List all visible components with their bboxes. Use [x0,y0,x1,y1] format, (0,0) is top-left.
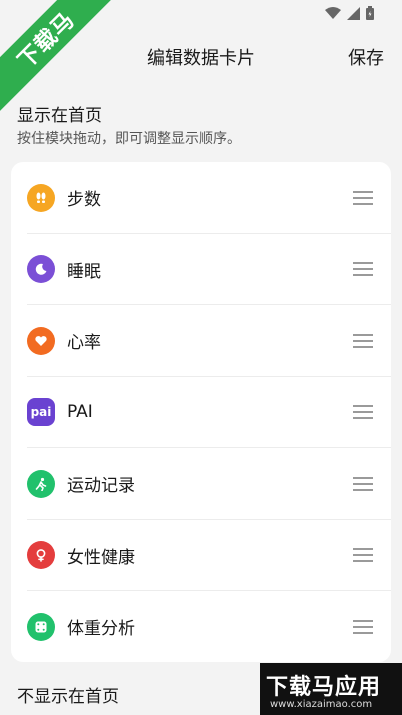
list-item-label: 体重分析 [67,619,135,640]
list-item-sleep[interactable]: 睡眠 [11,234,391,305]
wifi-icon [325,7,341,19]
drag-handle-icon[interactable] [353,190,373,205]
pai-icon: pai [27,398,55,427]
moon-icon [27,255,55,284]
drag-handle-icon[interactable] [353,476,373,491]
list-item-label: 睡眠 [67,261,101,282]
list-item-label: 女性健康 [67,547,135,568]
drag-handle-icon[interactable] [353,405,373,420]
female-health-icon [27,541,55,570]
drag-handle-icon[interactable] [353,548,373,563]
status-bar [0,0,402,28]
list-item-female-health[interactable]: 女性健康 [11,520,391,591]
watermark-brand-text: 下载马应用 [266,675,382,700]
watermark-url: www.xiazaimao.com [270,699,373,710]
list-item-workout[interactable]: 运动记录 [11,448,391,520]
page-title: 编辑数据卡片 [147,48,255,69]
list-item-label: 运动记录 [67,476,135,497]
heart-icon [27,326,55,355]
shown-section-title: 显示在首页 [17,106,102,126]
list-item-steps[interactable]: 步数 [11,162,391,234]
drag-handle-icon[interactable] [353,619,373,634]
hidden-section-title: 不显示在首页 [17,687,119,707]
battery-icon [366,6,374,20]
list-item-label: 心率 [67,333,101,354]
drag-handle-icon[interactable] [353,262,373,277]
title-bar: 编辑数据卡片 保存 [0,28,402,82]
list-item-weight[interactable]: 体重分析 [11,591,391,663]
signal-icon [347,6,360,20]
list-item-label: PAI [67,402,93,423]
shown-items-card: 步数 睡眠 心率 pai PAI 运动记录 女性健康 体重分析 [11,162,391,662]
drag-handle-icon[interactable] [353,333,373,348]
save-button[interactable]: 保存 [348,44,384,70]
shown-section-subtitle: 按住模块拖动，即可调整显示顺序。 [17,131,241,147]
scale-icon [27,612,55,641]
watermark-brand: 下载马应用 www.xiazaimao.com [260,663,402,715]
list-item-label: 步数 [67,190,101,211]
list-item-heart-rate[interactable]: 心率 [11,305,391,377]
runner-icon [27,469,55,498]
footsteps-icon [27,183,55,212]
list-item-pai[interactable]: pai PAI [11,377,391,448]
